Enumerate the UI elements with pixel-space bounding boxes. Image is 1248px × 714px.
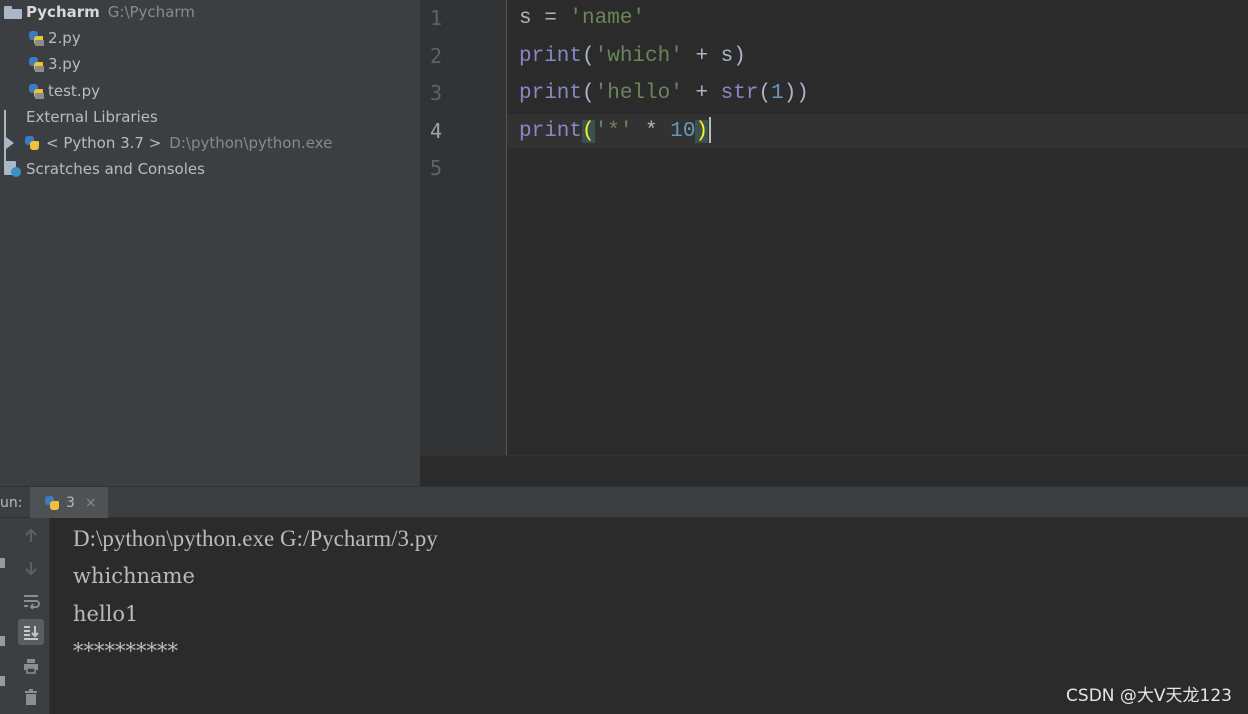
code-token: + [682,82,721,105]
down-arrow-icon[interactable] [18,555,44,581]
scratches-label: Scratches and Consoles [26,160,205,178]
external-libraries-label: External Libraries [26,108,158,126]
library-icon [4,110,22,172]
python-file-icon [28,30,44,46]
line-number-current: 4 [430,119,443,143]
line-number: 3 [430,81,443,105]
code-token: ) [695,120,709,143]
console-line: hello1 [73,602,139,626]
code-editor[interactable]: s = 'name' print('which' + s) print('hel… [507,0,1248,455]
line-number: 2 [430,44,443,68]
code-line-3[interactable]: print('hello' + str(1)) [519,77,809,111]
line-number-gutter: 1 2 3 4 5 [420,0,507,455]
code-token: '*' [594,120,633,143]
line-number: 1 [430,6,443,30]
code-token: 'which' [594,45,683,68]
code-line-1[interactable]: s = 'name' [519,2,645,36]
strip-marker [0,636,5,646]
code-line-4[interactable]: print('*' * 10) [519,115,712,149]
code-line-2[interactable]: print('which' + s) [519,40,746,74]
strip-marker [0,676,5,686]
python-run-icon [44,495,60,511]
tree-scratches-and-consoles[interactable]: Scratches and Consoles [4,156,205,182]
code-token: print [519,120,583,143]
python-file-icon [28,56,44,72]
up-arrow-icon[interactable] [18,523,44,549]
tree-python-sdk[interactable]: < Python 3.7 > D:\python\python.exe [6,130,332,156]
line-number: 5 [430,156,443,180]
code-token: ( [582,120,595,143]
folder-icon [4,5,22,19]
text-caret [709,117,712,144]
strip-marker [0,558,5,568]
code-token: ( [582,45,595,68]
sdk-path: D:\python\python.exe [169,134,333,152]
code-token: 10 [670,120,696,143]
code-token: ( [582,82,595,105]
trash-icon[interactable] [18,684,44,710]
console-line: ********** [73,639,178,663]
tree-file-3-py[interactable]: 3.py [28,51,81,77]
run-tab-3[interactable]: 3 × [30,487,108,519]
editor-horizontal-scrollbar[interactable] [420,455,1248,486]
file-name: test.py [48,82,100,100]
run-toolbar [12,518,50,714]
expand-arrow-icon[interactable] [6,137,14,149]
code-token: s = [519,7,570,30]
file-name: 3.py [48,55,81,73]
console-line: whichname [73,564,195,588]
python-sdk-icon [24,135,40,151]
code-token: * [632,120,671,143]
code-token: print [519,45,583,68]
tree-file-test-py[interactable]: test.py [28,78,100,104]
code-token: )) [783,82,809,105]
tree-root-pycharm[interactable]: Pycharm G:\Pycharm [4,0,195,25]
project-panel: Pycharm G:\Pycharm 2.py 3.py test.py Ext… [0,0,420,486]
scroll-to-end-icon[interactable] [18,619,44,645]
run-tab-label: 3 [66,495,75,511]
code-token: 'name' [569,7,646,30]
code-token: ( [758,82,772,105]
tree-external-libraries[interactable]: External Libraries [4,104,158,172]
soft-wrap-icon[interactable] [18,588,44,614]
run-left-strip [0,518,12,714]
scratches-icon [4,161,22,177]
code-token: 1 [771,82,784,105]
code-token: 'hello' [594,82,683,105]
console-line: D:\python\python.exe G:/Pycharm/3.py [73,526,438,551]
csdn-watermark: CSDN @大V天龙123 [1066,686,1232,706]
sdk-name: < Python 3.7 > [46,134,162,152]
root-folder-name: Pycharm [26,3,100,21]
python-file-icon [28,83,44,99]
file-name: 2.py [48,29,81,47]
root-folder-path: G:\Pycharm [107,3,195,21]
close-icon[interactable]: × [85,495,97,511]
print-icon[interactable] [18,653,44,679]
tree-file-2-py[interactable]: 2.py [28,25,81,51]
run-label: un: [0,495,23,511]
code-token: print [519,82,583,105]
code-token: str [720,82,759,105]
code-token: + s) [682,45,746,68]
run-tool-window-header: un: 3 × [0,486,1248,519]
